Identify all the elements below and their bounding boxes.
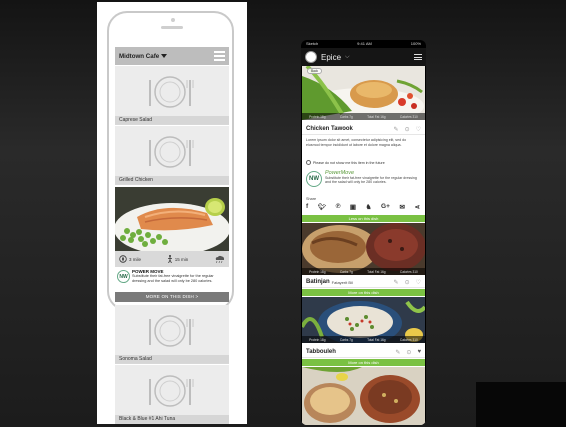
nw-logo: NW xyxy=(117,270,130,283)
power-move: NW PowerMove Substitute their fat-free v… xyxy=(306,171,422,187)
dish-stats-bar: 3 mile 15 min xyxy=(115,251,229,267)
dish-card[interactable]: Grilled Chicken xyxy=(115,126,229,185)
walking-icon xyxy=(167,255,172,263)
edit-icon[interactable]: ✎ xyxy=(394,279,399,286)
settings-icon[interactable]: ⊙ xyxy=(406,349,411,356)
heart-filled-icon[interactable]: ♥ xyxy=(417,349,421,356)
edit-icon[interactable]: ✎ xyxy=(395,349,400,356)
menu-icon[interactable] xyxy=(214,51,225,61)
app-logo xyxy=(305,51,317,63)
salmon-photo xyxy=(115,187,229,251)
camera-dot xyxy=(171,18,175,22)
app-screen: Sketch 9:41 AM 100% Epice ⌵ Back Protein… xyxy=(301,40,426,425)
dish-name: Sonoma Salad xyxy=(115,355,229,363)
snapchat-icon[interactable]: ♞ xyxy=(366,203,372,211)
facebook-icon[interactable]: f xyxy=(306,203,308,211)
dish-card[interactable]: Sonoma Salad xyxy=(115,305,229,364)
app-title[interactable]: Epice xyxy=(321,53,341,62)
wireframe-screen: Midtown Cafe Caprese Salad Grilled Chick… xyxy=(115,47,229,424)
weather-icon xyxy=(215,255,225,263)
status-bar: Sketch 9:41 AM 100% xyxy=(306,41,421,46)
less-on-dish-button[interactable]: Less on this dish xyxy=(302,215,425,222)
app-header: Epice ⌵ xyxy=(301,48,426,66)
more-on-dish-button[interactable]: More on this dish xyxy=(302,359,425,366)
flipboard-icon[interactable]: ▣ xyxy=(350,203,356,211)
location-label: Midtown Cafe xyxy=(119,52,160,60)
dish-title-row[interactable]: Batinjan Fatayerit Bil ✎ ⊙ ♡ xyxy=(302,277,425,288)
wireframe-panel: Midtown Cafe Caprese Salad Grilled Chick… xyxy=(97,2,247,424)
nutrition-strip: Protein 18g Carbs 7g Total Fat 16g Calorie… xyxy=(302,113,425,120)
dish-photo[interactable]: Protein 18g Carbs 7g Total Fat 16g Calorie… xyxy=(302,223,425,275)
dish-description: Lorem ipsum dolor sit amet, consectetur … xyxy=(306,138,407,147)
nutrition-strip: Protein 18g Carbs 7g Total Fat 16g Calorie… xyxy=(302,268,425,275)
dish-name: Grilled Chicken xyxy=(115,176,229,184)
nutrition-strip: Protein 18g Carbs 7g Total Fat 16g Calorie… xyxy=(302,336,425,343)
power-move: NW POWER MOVE Substitute their fat-free … xyxy=(115,268,229,292)
hummus-photo xyxy=(302,367,425,425)
location-selector[interactable]: Midtown Cafe xyxy=(119,52,168,60)
plate-icon xyxy=(149,375,194,407)
plate-icon xyxy=(149,315,194,347)
walk-time-stat: 15 min xyxy=(167,255,188,263)
nw-logo: NW xyxy=(306,171,322,187)
chevron-down-icon xyxy=(161,54,168,58)
settings-icon[interactable]: ⊙ xyxy=(405,126,410,133)
dish-photo[interactable]: Back Protein 18g Carbs 7g Total Fat 16g Ca… xyxy=(302,66,425,120)
menu-icon[interactable] xyxy=(414,54,422,60)
radio-button[interactable] xyxy=(306,160,311,165)
wireframe-header: Midtown Cafe xyxy=(115,47,229,65)
pinterest-icon[interactable]: ℗ xyxy=(336,203,341,211)
dish-subtitle: Fatayerit Bil xyxy=(331,279,353,285)
dish-name: Caprese Salad xyxy=(115,116,229,124)
dish-name: Tabbouleh xyxy=(306,349,336,355)
hide-item-option[interactable]: Please do not show me this item in the f… xyxy=(306,160,385,165)
heart-icon[interactable]: ♡ xyxy=(416,126,421,133)
compass-icon xyxy=(119,255,127,263)
chicken-photo xyxy=(302,66,425,120)
dish-photo[interactable] xyxy=(302,367,425,425)
dish-photo[interactable]: Protein 18g Carbs 7g Total Fat 16g Calorie… xyxy=(302,297,425,343)
more-on-dish-button[interactable]: More on this dish xyxy=(302,289,425,296)
chevron-down-icon[interactable]: ⌵ xyxy=(345,54,350,61)
heart-icon[interactable]: ♡ xyxy=(416,279,421,286)
plate-icon xyxy=(149,76,194,108)
dish-name: Black & Blue #1 Ahi Tuna xyxy=(115,415,229,423)
speaker-slot xyxy=(161,26,183,29)
power-move-text: Substitute their fat-free vinaigrette fo… xyxy=(132,274,214,283)
settings-icon[interactable]: ⊙ xyxy=(405,279,410,286)
plate-icon xyxy=(149,136,194,168)
dish-feed[interactable]: Back Protein 18g Carbs 7g Total Fat 16g Ca… xyxy=(302,66,425,425)
twitter-icon[interactable]: 🐦︎ xyxy=(318,203,326,211)
dish-name: Chicken Tawook xyxy=(306,126,353,132)
more-on-dish-button[interactable]: MORE ON THIS DISH > xyxy=(115,292,229,302)
power-move-text: Substitute their fat-free vinaigrette fo… xyxy=(325,175,417,185)
google-plus-icon[interactable]: G+ xyxy=(381,203,390,211)
dish-name: Batinjan xyxy=(306,279,330,285)
email-icon[interactable]: ✉ xyxy=(399,203,404,211)
dish-card[interactable]: Caprese Salad xyxy=(115,66,229,125)
slide-shadow xyxy=(476,382,566,427)
dish-photo[interactable] xyxy=(115,187,229,251)
share-row: f 🐦︎ ℗ ▣ ♞ G+ ✉ ⋖ xyxy=(306,203,420,211)
dish-title-row[interactable]: Chicken Tawook ✎ ⊙ ♡ xyxy=(302,124,425,135)
distance-stat: 3 mile xyxy=(119,255,141,263)
dish-card[interactable]: Black & Blue #1 Ahi Tuna xyxy=(115,365,229,424)
dish-title-row[interactable]: Tabbouleh ✎ ⊙ ♥ xyxy=(302,347,425,358)
back-button[interactable]: Back xyxy=(307,68,323,74)
share-icon[interactable]: ⋖ xyxy=(414,203,419,211)
edit-icon[interactable]: ✎ xyxy=(394,126,399,133)
share-label: Share xyxy=(306,197,317,201)
